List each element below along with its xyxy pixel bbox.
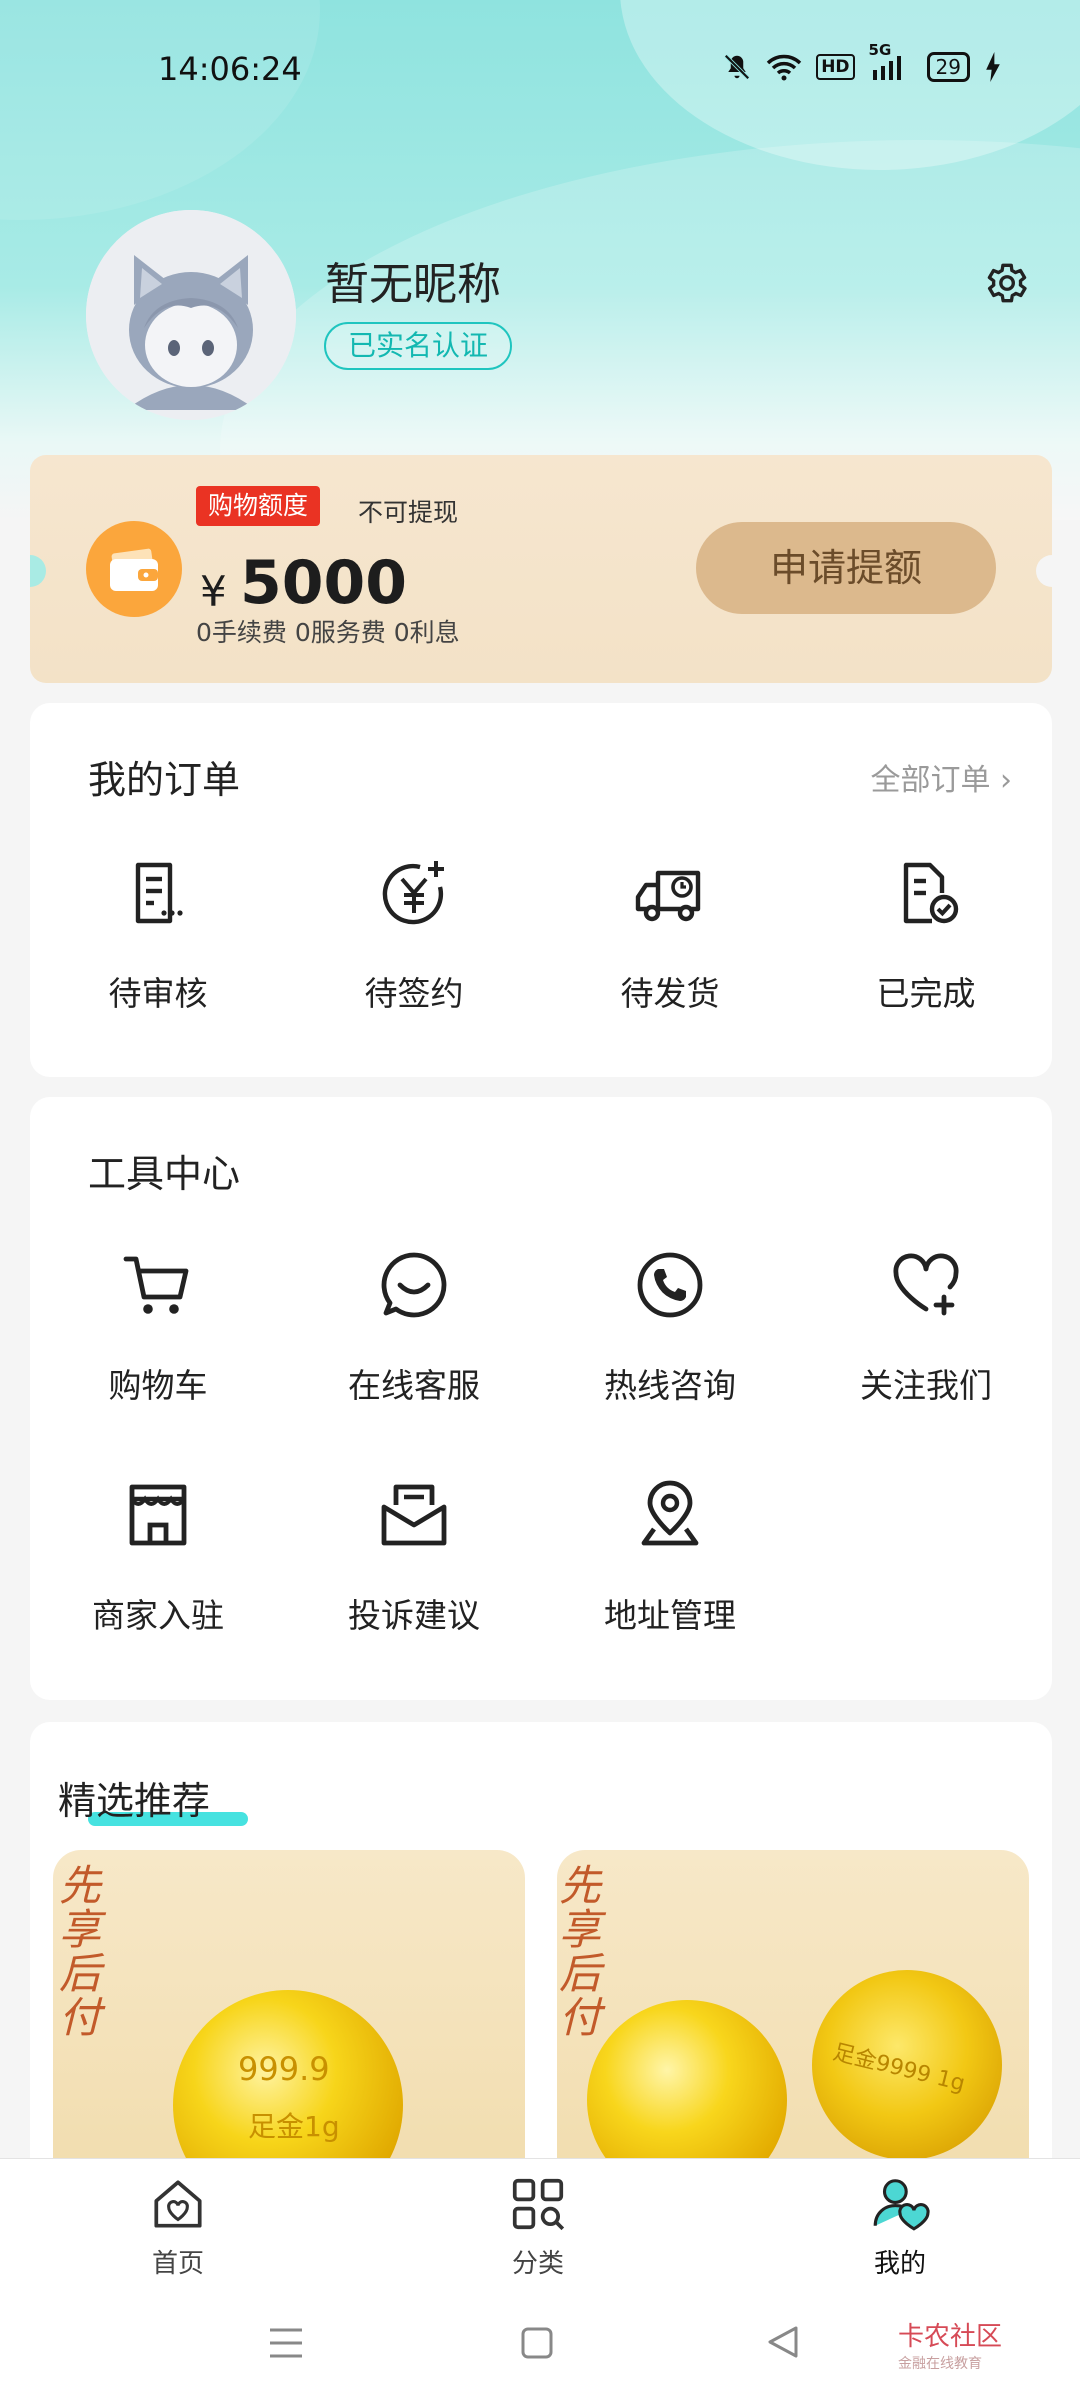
tool-label: 商家入驻 [92, 1596, 224, 1635]
coin-weight-text: 足金1g [248, 2110, 340, 2143]
settings-gear-icon[interactable] [980, 258, 1030, 308]
order-item-label: 待签约 [364, 974, 464, 1013]
product-card-1[interactable]: 先享后付 999.9 足金1g [53, 1850, 525, 2210]
tool-online-service[interactable]: 在线客服 [286, 1245, 542, 1407]
wallet-icon [86, 521, 182, 617]
home-nav-icon[interactable] [520, 2326, 554, 2364]
chevron-right-icon: › [1000, 763, 1012, 798]
watermark: 卡农社区 金融在线教育 [898, 2316, 1002, 2373]
home-icon [147, 2173, 209, 2235]
tool-label: 地址管理 [604, 1596, 736, 1635]
tool-hotline[interactable]: 热线咨询 [542, 1245, 798, 1407]
watermark-sub: 金融在线教育 [898, 2356, 982, 2372]
tab-label: 分类 [511, 2249, 564, 2279]
charging-icon [984, 52, 1002, 82]
tool-follow-us[interactable]: 关注我们 [798, 1245, 1054, 1407]
order-item-label: 待审核 [108, 974, 208, 1013]
profile-icon [869, 2173, 931, 2235]
orders-title: 我的订单 [88, 758, 241, 802]
tool-label: 购物车 [108, 1366, 208, 1405]
product-card-2[interactable]: 先享后付 足金9999 1g [557, 1850, 1029, 2210]
status-time: 14:06:24 [158, 50, 302, 88]
tab-home[interactable]: 首页 [108, 2173, 248, 2280]
tool-label: 投诉建议 [348, 1596, 480, 1635]
status-icons: HD 5G 29 [722, 42, 1002, 82]
stamp-text: 先享后付 [59, 1861, 102, 2042]
store-icon [118, 1475, 198, 1555]
tool-label: 在线客服 [348, 1366, 480, 1405]
tool-label: 热线咨询 [604, 1366, 736, 1405]
tool-address[interactable]: 地址管理 [542, 1475, 798, 1637]
tab-mine[interactable]: 我的 [830, 2173, 970, 2280]
tools-card: 工具中心 购物车 在线客服 热线咨询 关注我们 商家入驻 投诉建议 地址管理 [30, 1097, 1052, 1700]
stamp-text: 先享后付 [559, 1861, 602, 2042]
order-item-pending-ship[interactable]: 待发货 [542, 853, 798, 1015]
pending-review-icon [118, 853, 198, 933]
category-icon [507, 2173, 569, 2235]
tool-complaint[interactable]: 投诉建议 [286, 1475, 542, 1637]
wifi-icon [766, 52, 802, 82]
order-item-label: 已完成 [876, 974, 976, 1013]
orders-card: 我的订单 全部订单 › 待审核 待签约 待发货 已完成 [30, 703, 1052, 1077]
menu-icon[interactable] [268, 2326, 304, 2364]
credit-card: 购物额度 不可提现 ¥ 5000 0手续费 0服务费 0利息 申请提额 [30, 455, 1052, 683]
verify-badge: 已实名认证 [324, 322, 513, 370]
tool-cart[interactable]: 购物车 [30, 1245, 286, 1407]
avatar[interactable] [86, 210, 296, 420]
nickname: 暂无昵称 [325, 259, 501, 310]
bottom-tab-bar: 首页 分类 我的 [0, 2158, 1080, 2288]
pending-ship-icon [630, 853, 710, 933]
pending-sign-icon [374, 853, 454, 933]
signal-icon: 5G [869, 42, 913, 82]
shopping-credit-tag: 购物额度 [196, 486, 321, 526]
coin-purity-text: 999.9 [238, 2050, 330, 2088]
tool-label: 关注我们 [860, 1366, 992, 1405]
all-orders-link[interactable]: 全部订单 › [870, 755, 1012, 799]
tab-label: 我的 [873, 2249, 926, 2279]
order-item-completed[interactable]: 已完成 [798, 853, 1054, 1015]
hd-badge: HD [816, 54, 855, 80]
tools-title: 工具中心 [88, 1152, 241, 1196]
tool-merchant-join[interactable]: 商家入驻 [30, 1475, 286, 1637]
pay-later-stamp: 先享后付 [59, 1864, 119, 2040]
chat-icon [374, 1245, 454, 1325]
all-orders-label: 全部订单 [870, 763, 991, 798]
order-item-label: 待发货 [620, 974, 720, 1013]
mail-icon [374, 1475, 454, 1555]
pay-later-stamp: 先享后付 [559, 1864, 619, 2040]
mute-icon [722, 52, 752, 82]
tab-label: 首页 [151, 2249, 204, 2279]
phone-icon [630, 1245, 710, 1325]
order-item-pending-review[interactable]: 待审核 [30, 853, 286, 1015]
location-icon [630, 1475, 710, 1555]
watermark-name: 卡农社区 [898, 2322, 1003, 2352]
fee-description: 0手续费 0服务费 0利息 [196, 618, 460, 647]
apply-increase-button[interactable]: 申请提额 [696, 522, 996, 614]
battery-indicator: 29 [926, 52, 970, 82]
no-withdraw-note: 不可提现 [358, 498, 459, 527]
cart-icon [118, 1245, 198, 1325]
back-icon[interactable] [766, 2324, 800, 2364]
tab-category[interactable]: 分类 [468, 2173, 608, 2280]
order-item-pending-sign[interactable]: 待签约 [286, 853, 542, 1015]
recommend-title: 精选推荐 [58, 1779, 211, 1823]
completed-icon [886, 853, 966, 933]
heart-plus-icon [886, 1245, 966, 1325]
